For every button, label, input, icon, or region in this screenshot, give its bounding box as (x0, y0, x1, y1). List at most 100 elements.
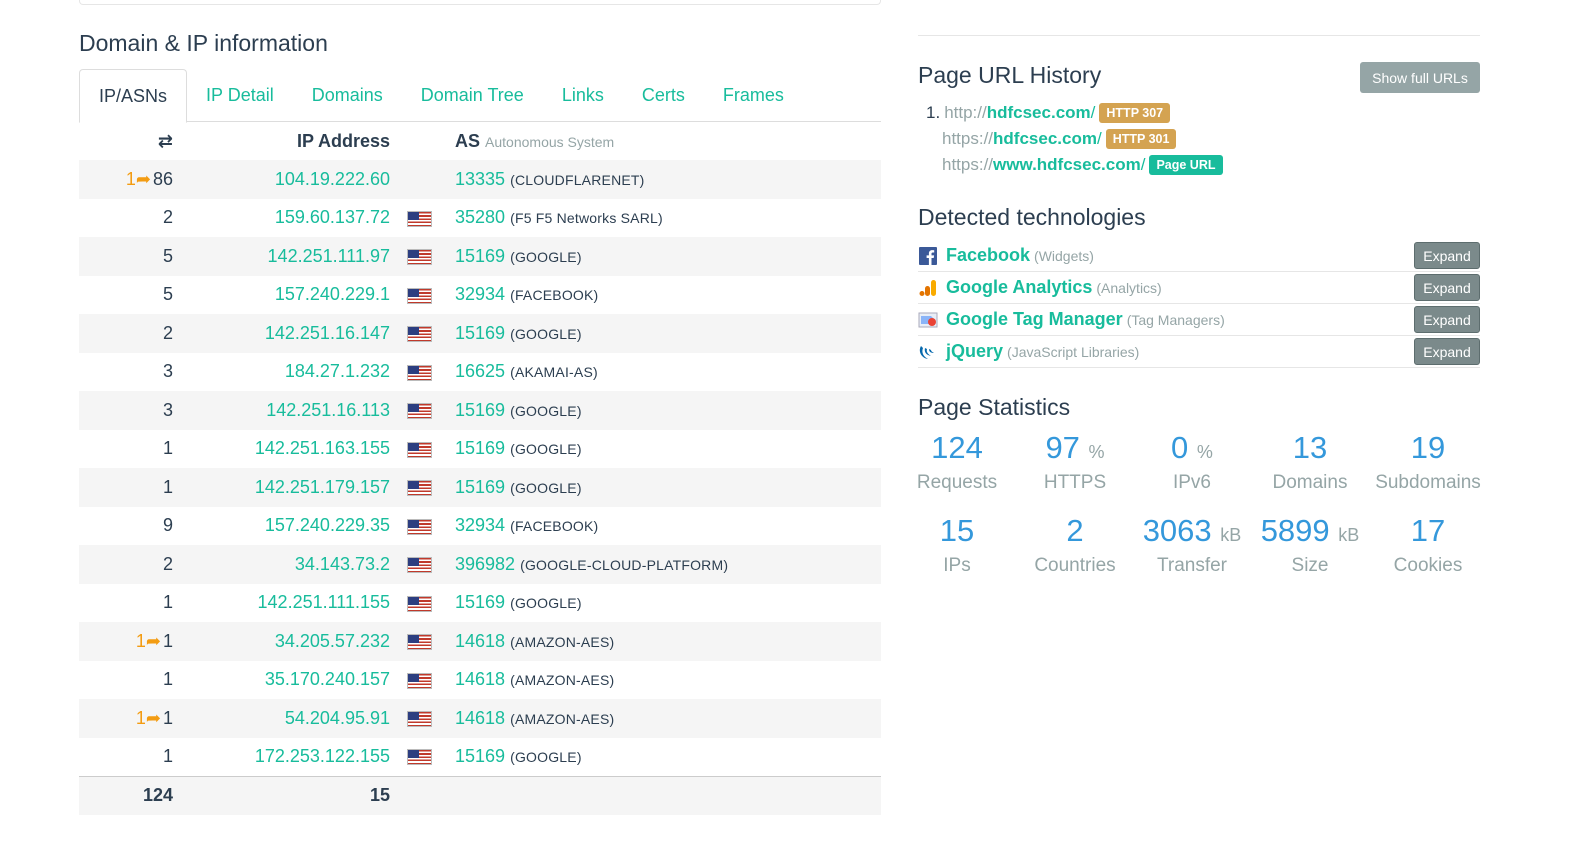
asn-link[interactable]: 15169 (455, 438, 505, 458)
asn-link[interactable]: 15169 (455, 477, 505, 497)
ip-address-link[interactable]: 142.251.111.97 (268, 246, 390, 266)
tab-domain-tree[interactable]: Domain Tree (402, 69, 543, 122)
url-link[interactable]: https://hdfcsec.com/ (942, 129, 1102, 149)
show-full-urls-button[interactable]: Show full URLs (1360, 62, 1480, 93)
technology-name-link[interactable]: Google Analytics (946, 277, 1092, 298)
tab-ip-asns[interactable]: IP/ASNs (79, 69, 188, 123)
ip-address-link[interactable]: 142.251.111.155 (258, 592, 390, 612)
ip-address-link[interactable]: 142.251.16.113 (266, 400, 390, 420)
request-count: 9 (162, 515, 173, 536)
request-count-cell: 2 (79, 199, 173, 238)
asn-link[interactable]: 14618 (455, 708, 505, 728)
asn-link[interactable]: 15169 (455, 400, 505, 420)
count-header[interactable]: ⇄ (79, 122, 173, 160)
asn-link[interactable]: 32934 (455, 515, 505, 535)
redirect-count[interactable]: 1➦ (136, 631, 161, 651)
ip-address-link[interactable]: 142.251.163.155 (255, 438, 390, 458)
request-count-cell: 1 (79, 430, 173, 469)
technology-name-link[interactable]: jQuery (946, 341, 1003, 362)
asn-link[interactable]: 15169 (455, 592, 505, 612)
asn-link[interactable]: 14618 (455, 669, 505, 689)
expand-button[interactable]: Expand (1414, 306, 1480, 333)
expand-button[interactable]: Expand (1414, 338, 1480, 365)
asn-link[interactable]: 35280 (455, 207, 505, 227)
as-name: (GOOGLE) (510, 595, 582, 612)
url-link[interactable]: http://hdfcsec.com/ (944, 103, 1095, 123)
as-cell: 15169 (GOOGLE) (448, 584, 881, 623)
ip-address-cell: 34.143.73.2 (173, 545, 390, 584)
as-cell: 14618 (AMAZON-AES) (448, 661, 881, 700)
url-scheme: https:// (942, 129, 994, 148)
technology-category: (JavaScript Libraries) (1007, 343, 1140, 360)
technology-name-link[interactable]: Google Tag Manager (946, 309, 1123, 330)
redirect-count[interactable]: 1➦ (126, 169, 151, 189)
tab-links[interactable]: Links (543, 69, 623, 122)
ip-address-cell: 142.251.111.155 (173, 584, 390, 623)
asn-link[interactable]: 14618 (455, 631, 505, 651)
table-row: 1 142.251.179.157 15169 (GOOGLE) (79, 468, 881, 507)
ip-address-link[interactable]: 34.205.57.232 (275, 631, 390, 651)
ip-address-link[interactable]: 104.19.222.60 (275, 169, 390, 189)
flag-cell (390, 584, 448, 623)
flag-cell (390, 237, 448, 276)
asn-link[interactable]: 15169 (455, 246, 505, 266)
asn-link[interactable]: 15169 (455, 746, 505, 766)
flag-cell (390, 430, 448, 469)
redirect-count[interactable]: 1➦ (136, 708, 161, 728)
tab-certs[interactable]: Certs (623, 69, 704, 122)
url-link[interactable]: https://www.hdfcsec.com/ (942, 155, 1145, 175)
stat-label: Transfer (1156, 555, 1228, 576)
stat-label: Cookies (1393, 555, 1463, 576)
ip-address-link[interactable]: 159.60.137.72 (275, 207, 390, 227)
as-cell: 15169 (GOOGLE) (448, 237, 881, 276)
expand-button[interactable]: Expand (1414, 274, 1480, 301)
tab-frames[interactable]: Frames (704, 69, 803, 122)
stat-domains: 13 Domains (1251, 430, 1369, 494)
stat-value: 124 (931, 430, 983, 465)
asn-link[interactable]: 13335 (455, 169, 505, 189)
request-count-cell: 2 (79, 545, 173, 584)
request-count: 1 (162, 476, 173, 497)
ip-address-link[interactable]: 35.170.240.157 (265, 669, 390, 689)
ip-address-link[interactable]: 54.204.95.91 (285, 708, 390, 728)
ip-address-link[interactable]: 142.251.179.157 (255, 477, 390, 497)
request-count: 3 (162, 361, 173, 382)
as-name: (FACEBOOK) (510, 287, 599, 304)
request-count: 1 (162, 669, 173, 690)
stat-label: IPs (943, 555, 971, 576)
as-cell: 15169 (GOOGLE) (448, 391, 881, 430)
us-flag-icon (406, 711, 432, 727)
tab-domains[interactable]: Domains (293, 69, 402, 122)
technology-category: (Widgets) (1034, 247, 1094, 264)
us-flag-icon (406, 210, 432, 227)
us-flag-icon (406, 518, 432, 535)
ip-address-cell: 34.205.57.232 (173, 622, 390, 661)
as-header[interactable]: AS Autonomous System (448, 122, 881, 160)
asn-link[interactable]: 32934 (455, 284, 505, 304)
us-flag-icon (406, 634, 432, 650)
stat-value: 97 % (1045, 430, 1105, 465)
as-name: (GOOGLE-CLOUD-PLATFORM) (520, 556, 729, 573)
asn-link[interactable]: 16625 (455, 361, 505, 381)
ip-address-cell: 142.251.111.97 (173, 237, 390, 276)
ip-address-link[interactable]: 157.240.229.1 (275, 284, 390, 304)
as-name: (AMAZON-AES) (510, 672, 615, 689)
request-count: 1 (162, 707, 173, 728)
ip-address-link[interactable]: 172.253.122.155 (255, 746, 390, 766)
url-history-title: Page URL History (918, 62, 1102, 88)
technology-name-link[interactable]: Facebook (946, 245, 1030, 266)
ip-address-header[interactable]: IP Address (173, 122, 390, 160)
ip-address-link[interactable]: 184.27.1.232 (285, 361, 390, 381)
asn-link[interactable]: 15169 (455, 323, 505, 343)
as-cell: 14618 (AMAZON-AES) (448, 699, 881, 738)
page-statistics-title: Page Statistics (918, 394, 1071, 420)
expand-button[interactable]: Expand (1414, 242, 1480, 269)
status-badge: HTTP 307 (1099, 103, 1171, 123)
asn-link[interactable]: 396982 (455, 554, 515, 574)
as-cell: 15169 (GOOGLE) (448, 738, 881, 777)
ip-address-link[interactable]: 157.240.229.35 (265, 515, 390, 535)
ip-address-link[interactable]: 142.251.16.147 (265, 323, 390, 343)
stat-ipv6: 0 % IPv6 (1133, 430, 1251, 494)
tab-ip-detail[interactable]: IP Detail (187, 69, 293, 122)
ip-address-link[interactable]: 34.143.73.2 (295, 554, 390, 574)
